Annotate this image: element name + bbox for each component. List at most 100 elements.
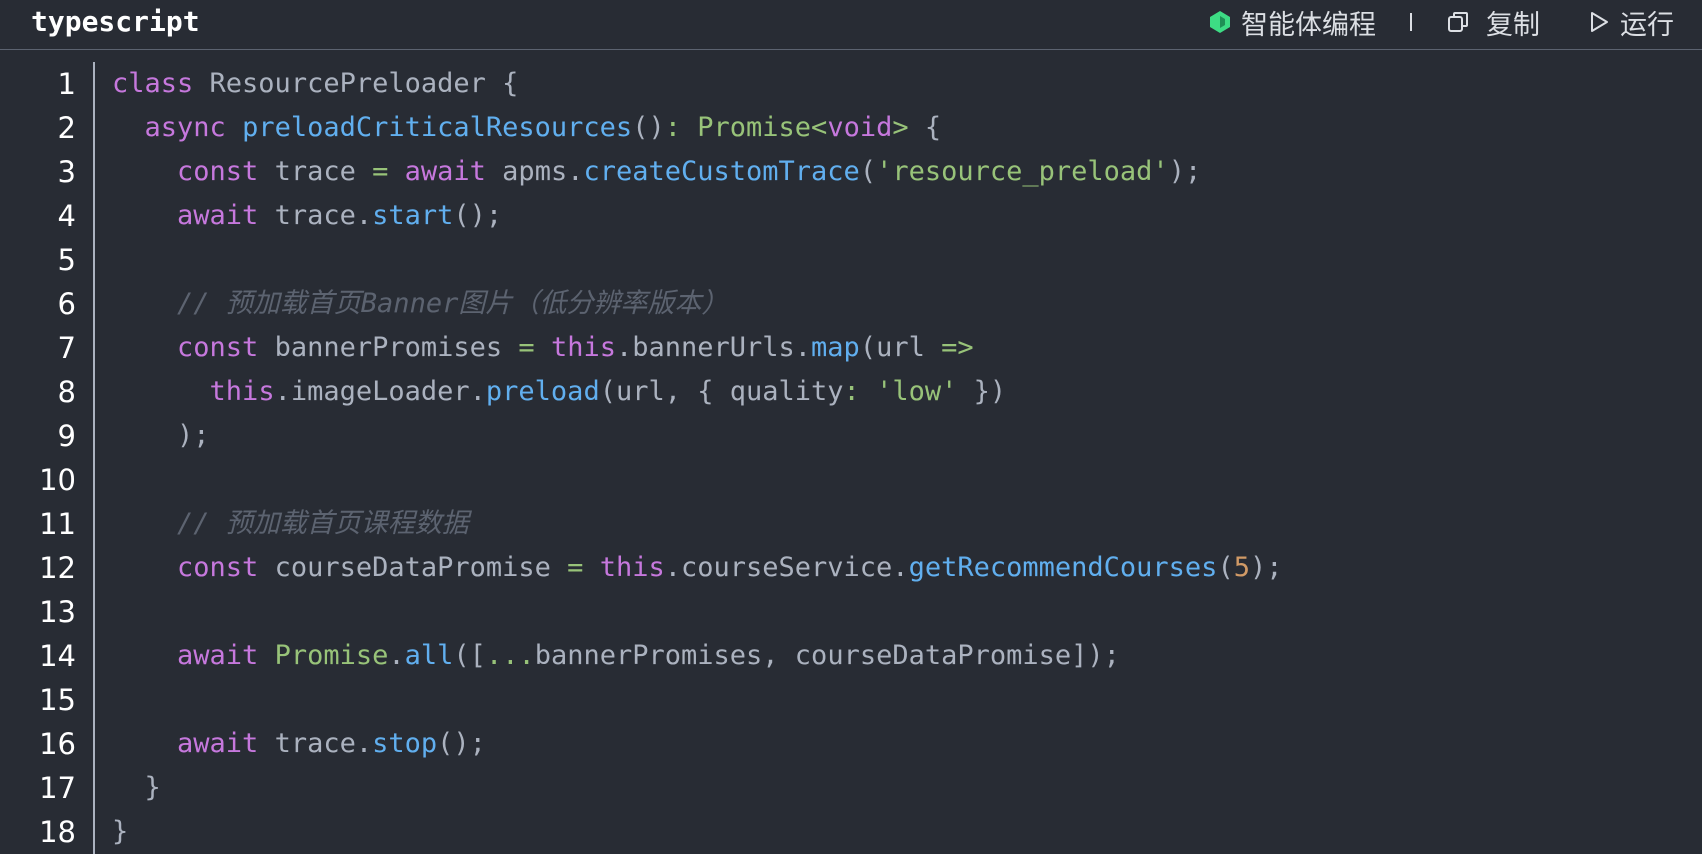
- code-token: this: [209, 376, 275, 407]
- code-token: Promise: [274, 640, 389, 671]
- code-token: bannerPromises, courseDataPromise]);: [534, 640, 1120, 671]
- code-token: // 预加载首页Banner图片（低分辨率版本）: [177, 288, 729, 319]
- code-token: class: [112, 68, 194, 99]
- agent-coding-label: 智能体编程: [1241, 9, 1376, 41]
- code-token: 5: [1233, 552, 1250, 583]
- line-number: 8: [57, 375, 76, 409]
- code-token: =>: [941, 332, 974, 363]
- copy-button[interactable]: 复制: [1446, 3, 1540, 42]
- code-token: await: [177, 640, 259, 671]
- run-button[interactable]: 运行: [1588, 3, 1674, 42]
- line-number: 9: [57, 419, 76, 453]
- run-icon: [1588, 10, 1610, 34]
- code-line: 15: [0, 678, 1702, 722]
- code-token: ...: [485, 640, 535, 671]
- code-token: const: [177, 552, 259, 583]
- line-source: // 预加载首页课程数据: [112, 502, 469, 546]
- code-token: 'resource_preload': [876, 156, 1169, 187]
- code-line: 18}: [0, 810, 1702, 854]
- code-token: apms.: [485, 156, 584, 187]
- code-token: }): [957, 376, 1007, 407]
- language-label: typescript: [31, 5, 200, 38]
- line-number: 13: [39, 595, 76, 629]
- code-token: =: [567, 552, 584, 583]
- code-token: 'low': [876, 376, 958, 407]
- code-line: 17 }: [0, 766, 1702, 810]
- code-line: 4 await trace.start();: [0, 194, 1702, 238]
- line-number: 5: [57, 243, 76, 277]
- code-token: getRecommendCourses: [908, 552, 1218, 583]
- code-line: 10: [0, 458, 1702, 502]
- line-source: async preloadCriticalResources(): Promis…: [112, 106, 942, 150]
- code-line: 9 );: [0, 414, 1702, 458]
- code-token: ();: [437, 728, 486, 759]
- code-token: // 预加载首页课程数据: [177, 508, 469, 539]
- code-token: (): [632, 112, 665, 143]
- code-token: );: [112, 420, 210, 451]
- code-token: ([: [453, 640, 486, 671]
- line-source: await trace.stop();: [112, 722, 486, 766]
- header-actions: 智能体编程 复制 运行: [1209, 2, 1674, 42]
- code-block: typescript 智能体编程 复制 运行 1 class ResourceP…: [0, 0, 1702, 854]
- copy-label: 复制: [1486, 9, 1540, 41]
- line-number: 7: [57, 331, 76, 365]
- code-token: );: [1249, 552, 1283, 583]
- code-token: ();: [453, 200, 503, 231]
- code-token: :: [843, 376, 860, 407]
- code-token: <: [811, 112, 828, 143]
- code-line: 2 async preloadCriticalResources(): Prom…: [0, 106, 1702, 150]
- code-token: await: [177, 200, 259, 231]
- line-source: const courseDataPromise = this.courseSer…: [112, 546, 1282, 590]
- code-token: }: [112, 772, 161, 803]
- copy-icon: [1446, 10, 1470, 34]
- line-source: const bannerPromises = this.bannerUrls.m…: [112, 326, 974, 370]
- code-token: preloadCriticalResources: [242, 112, 633, 143]
- code-content[interactable]: 1 class ResourcePreloader {2 async preloa…: [0, 62, 1702, 854]
- line-number: 11: [39, 507, 76, 541]
- code-token: .bannerUrls.: [615, 332, 812, 363]
- code-token: (url: [859, 332, 942, 363]
- code-line: 3 const trace = await apms.createCustomT…: [0, 150, 1702, 194]
- line-number: 16: [39, 727, 76, 761]
- code-token: const: [177, 156, 259, 187]
- code-token: );: [1168, 156, 1202, 187]
- line-source: class ResourcePreloader {: [112, 62, 518, 106]
- line-number: 1: [57, 67, 76, 101]
- run-label: 运行: [1620, 9, 1674, 41]
- code-token: async: [144, 112, 226, 143]
- code-token: Promise: [697, 112, 812, 143]
- line-source: );: [112, 414, 210, 458]
- code-token: trace: [258, 156, 373, 187]
- code-token: ResourcePreloader {: [193, 68, 519, 99]
- code-token: preload: [485, 376, 600, 407]
- code-block-header: typescript 智能体编程 复制 运行: [0, 0, 1702, 50]
- code-line: 12 const courseDataPromise = this.course…: [0, 546, 1702, 590]
- agent-coding-button[interactable]: 智能体编程: [1209, 3, 1376, 42]
- code-line: 16 await trace.stop();: [0, 722, 1702, 766]
- code-token: >: [892, 112, 909, 143]
- code-line: 8 this.imageLoader.preload(url, { qualit…: [0, 370, 1702, 414]
- code-token: =: [372, 156, 389, 187]
- line-source: await trace.start();: [112, 194, 502, 238]
- line-number: 2: [57, 111, 76, 145]
- code-line: 11 // 预加载首页课程数据: [0, 502, 1702, 546]
- header-divider: [1410, 13, 1412, 31]
- code-token: stop: [372, 728, 438, 759]
- line-number: 15: [39, 683, 76, 717]
- code-line: 5: [0, 238, 1702, 282]
- line-source: }: [112, 766, 161, 810]
- code-token: await: [404, 156, 486, 187]
- line-number: 6: [57, 287, 76, 321]
- code-token: all: [404, 640, 454, 671]
- code-token: .courseService.: [664, 552, 909, 583]
